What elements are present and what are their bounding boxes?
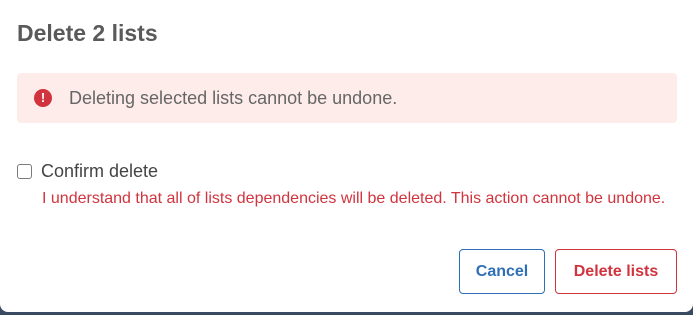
delete-lists-dialog: Delete 2 lists ! Deleting selected lists… <box>0 0 693 312</box>
confirm-delete-label[interactable]: Confirm delete <box>41 160 158 182</box>
cancel-button[interactable]: Cancel <box>459 249 545 294</box>
delete-lists-button[interactable]: Delete lists <box>555 249 677 294</box>
error-alert: ! Deleting selected lists cannot be undo… <box>17 73 677 123</box>
confirm-delete-checkbox[interactable] <box>17 163 32 179</box>
confirm-warning-text: I understand that all of lists dependenc… <box>42 190 666 207</box>
confirm-delete-row[interactable]: Confirm delete <box>17 160 158 182</box>
alert-message: Deleting selected lists cannot be undone… <box>69 88 398 108</box>
exclamation-circle-icon: ! <box>34 89 52 107</box>
dialog-title: Delete 2 lists <box>17 20 158 46</box>
